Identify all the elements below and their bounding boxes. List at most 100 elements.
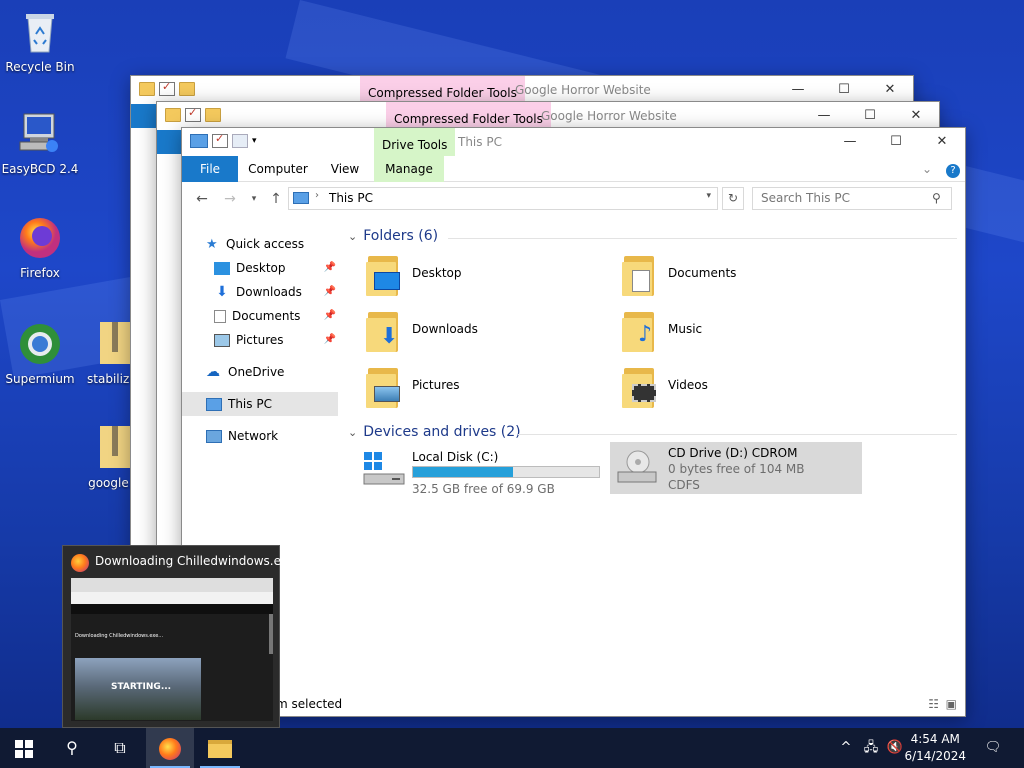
minimize-button[interactable]: — bbox=[801, 102, 847, 130]
tab-manage[interactable]: Manage bbox=[374, 156, 444, 182]
taskbar-file-explorer[interactable] bbox=[196, 728, 244, 768]
explorer-window-this-pc[interactable]: ▾ Drive Tools This PC — ☐ ✕ File Compute… bbox=[181, 127, 966, 717]
desktop-icon-firefox[interactable]: Firefox bbox=[0, 214, 80, 280]
search-input[interactable]: Search This PC bbox=[752, 187, 952, 210]
nav-desktop[interactable]: Desktop 📌 bbox=[214, 256, 336, 280]
pin-icon[interactable]: 📌 bbox=[324, 256, 336, 280]
search-button[interactable]: ⚲ bbox=[48, 728, 96, 768]
quick-access-toolbar: ▾ bbox=[190, 132, 262, 148]
folder-documents[interactable]: Documents bbox=[622, 254, 842, 302]
volume-muted-icon[interactable]: 🔇 bbox=[884, 728, 906, 768]
search-icon: ⚲ bbox=[932, 191, 941, 205]
thumbnail-title: Downloading Chilledwindows.e... bbox=[95, 554, 293, 568]
titlebar[interactable]: ▾ Drive Tools This PC — ☐ ✕ bbox=[182, 128, 965, 156]
details-view-icon[interactable]: ☷ bbox=[928, 692, 939, 716]
documents-icon bbox=[214, 310, 226, 323]
up-arrow-icon[interactable]: ↑ bbox=[266, 190, 286, 208]
desktop-icon-label: Recycle Bin bbox=[5, 60, 75, 74]
nav-quick-access[interactable]: ★ Quick access bbox=[206, 232, 304, 256]
close-button[interactable]: ✕ bbox=[867, 76, 913, 104]
pin-icon[interactable]: 📌 bbox=[324, 304, 336, 328]
chevron-down-icon[interactable]: ▾ bbox=[252, 134, 262, 148]
group-header-drives[interactable]: ⌄ Devices and drives (2) bbox=[348, 424, 521, 440]
context-tab-drive-tools[interactable]: Drive Tools bbox=[374, 128, 456, 156]
desktop-icon-supermium[interactable]: Supermium bbox=[0, 320, 80, 386]
forward-arrow-icon[interactable]: → bbox=[220, 190, 240, 208]
show-hidden-icons[interactable]: ^ bbox=[836, 728, 856, 768]
desktop: Recycle Bin EasyBCD 2.4 Firefox Supermiu… bbox=[0, 0, 1024, 728]
quick-access-toolbar bbox=[139, 80, 195, 96]
folder-music[interactable]: ♪ Music bbox=[622, 310, 842, 358]
folder-downloads[interactable]: ⬇ Downloads bbox=[366, 310, 586, 358]
nav-this-pc[interactable]: This PC bbox=[182, 392, 338, 416]
search-icon: ⚲ bbox=[66, 738, 78, 757]
network-tray-icon[interactable]: 🖧 bbox=[860, 728, 882, 768]
this-pc-icon bbox=[293, 192, 309, 204]
breadcrumb-this-pc[interactable]: This PC bbox=[329, 191, 373, 205]
recent-locations-icon[interactable]: ▾ bbox=[244, 190, 264, 208]
properties-icon[interactable] bbox=[159, 80, 175, 96]
maximize-button[interactable]: ☐ bbox=[847, 102, 893, 130]
tab-computer[interactable]: Computer bbox=[246, 156, 310, 182]
large-icons-view-icon[interactable]: ▣ bbox=[946, 692, 957, 716]
desktop-icon-easybcd[interactable]: EasyBCD 2.4 bbox=[0, 110, 80, 176]
windows-logo-icon bbox=[15, 739, 33, 758]
desktop-icon-label: EasyBCD 2.4 bbox=[1, 162, 79, 176]
task-view-button[interactable]: ⧉ bbox=[96, 728, 144, 768]
group-header-folders[interactable]: ⌄ Folders (6) bbox=[348, 228, 438, 244]
firefox-icon bbox=[71, 554, 89, 572]
notifications-icon[interactable]: 🗨 bbox=[978, 728, 1008, 768]
context-tab-compressed[interactable]: Compressed Folder Tools bbox=[386, 102, 551, 130]
properties-icon[interactable] bbox=[212, 132, 228, 148]
breadcrumb-separator: › bbox=[315, 190, 319, 201]
chevron-down-icon[interactable]: ▾ bbox=[706, 191, 711, 201]
close-button[interactable]: ✕ bbox=[893, 102, 939, 130]
quick-access-toolbar bbox=[165, 106, 221, 122]
nav-onedrive[interactable]: ☁ OneDrive bbox=[206, 360, 284, 384]
folder-icon bbox=[165, 108, 181, 122]
properties-icon[interactable] bbox=[185, 106, 201, 122]
address-bar[interactable]: › This PC ▾ bbox=[288, 187, 718, 210]
documents-folder-icon bbox=[622, 256, 658, 296]
titlebar[interactable]: Compressed Folder Tools Google Horror We… bbox=[157, 102, 939, 130]
start-button[interactable] bbox=[0, 728, 48, 768]
help-icon[interactable]: ? bbox=[945, 156, 961, 182]
maximize-button[interactable]: ☐ bbox=[873, 128, 919, 156]
context-tab-compressed[interactable]: Compressed Folder Tools bbox=[360, 76, 525, 104]
pin-icon[interactable]: 📌 bbox=[324, 280, 336, 304]
group-divider bbox=[518, 434, 957, 435]
folder-icon bbox=[139, 82, 155, 96]
folder-pictures[interactable]: Pictures bbox=[366, 366, 586, 414]
taskbar-firefox[interactable] bbox=[146, 728, 194, 768]
refresh-button[interactable]: ↻ bbox=[722, 187, 744, 210]
hard-drive-icon bbox=[362, 452, 406, 488]
tab-view[interactable]: View bbox=[322, 156, 368, 182]
folder-videos[interactable]: Videos bbox=[622, 366, 842, 414]
nav-downloads[interactable]: ⬇ Downloads 📌 bbox=[214, 280, 336, 304]
minimize-button[interactable]: — bbox=[775, 76, 821, 104]
desktop-icon-label: Supermium bbox=[5, 372, 75, 386]
nav-documents[interactable]: Documents 📌 bbox=[214, 304, 336, 328]
new-folder-icon[interactable] bbox=[179, 82, 195, 96]
nav-pictures[interactable]: Pictures 📌 bbox=[214, 328, 336, 352]
taskbar-thumbnail-firefox[interactable]: Downloading Chilledwindows.e... Download… bbox=[62, 545, 292, 728]
expand-ribbon-icon[interactable]: ⌄ bbox=[919, 156, 935, 182]
pin-icon[interactable]: 📌 bbox=[324, 328, 336, 352]
folder-desktop[interactable]: Desktop bbox=[366, 254, 586, 302]
titlebar[interactable]: Compressed Folder Tools Google Horror We… bbox=[131, 76, 913, 104]
drive-cd-d[interactable]: CD Drive (D:) CDROM 0 bytes free of 104 … bbox=[610, 442, 862, 494]
back-arrow-icon[interactable]: ← bbox=[192, 190, 212, 208]
new-folder-icon[interactable] bbox=[205, 108, 221, 122]
close-button[interactable]: ✕ bbox=[919, 128, 965, 156]
cd-drive-icon bbox=[616, 450, 660, 486]
clock[interactable]: 4:54 AM 6/14/2024 bbox=[904, 731, 966, 765]
drive-local-disk-c[interactable]: Local Disk (C:) 32.5 GB free of 69.9 GB bbox=[362, 446, 612, 498]
nav-network[interactable]: Network bbox=[206, 424, 278, 448]
maximize-button[interactable]: ☐ bbox=[821, 76, 867, 104]
new-folder-icon[interactable] bbox=[232, 134, 248, 148]
preview-heading: Downloading Chilledwindows.exe... bbox=[75, 633, 164, 639]
tab-file[interactable]: File bbox=[182, 156, 238, 182]
desktop-icon-recycle-bin[interactable]: Recycle Bin bbox=[0, 8, 80, 74]
minimize-button[interactable]: — bbox=[827, 128, 873, 156]
this-pc-icon bbox=[190, 134, 208, 148]
